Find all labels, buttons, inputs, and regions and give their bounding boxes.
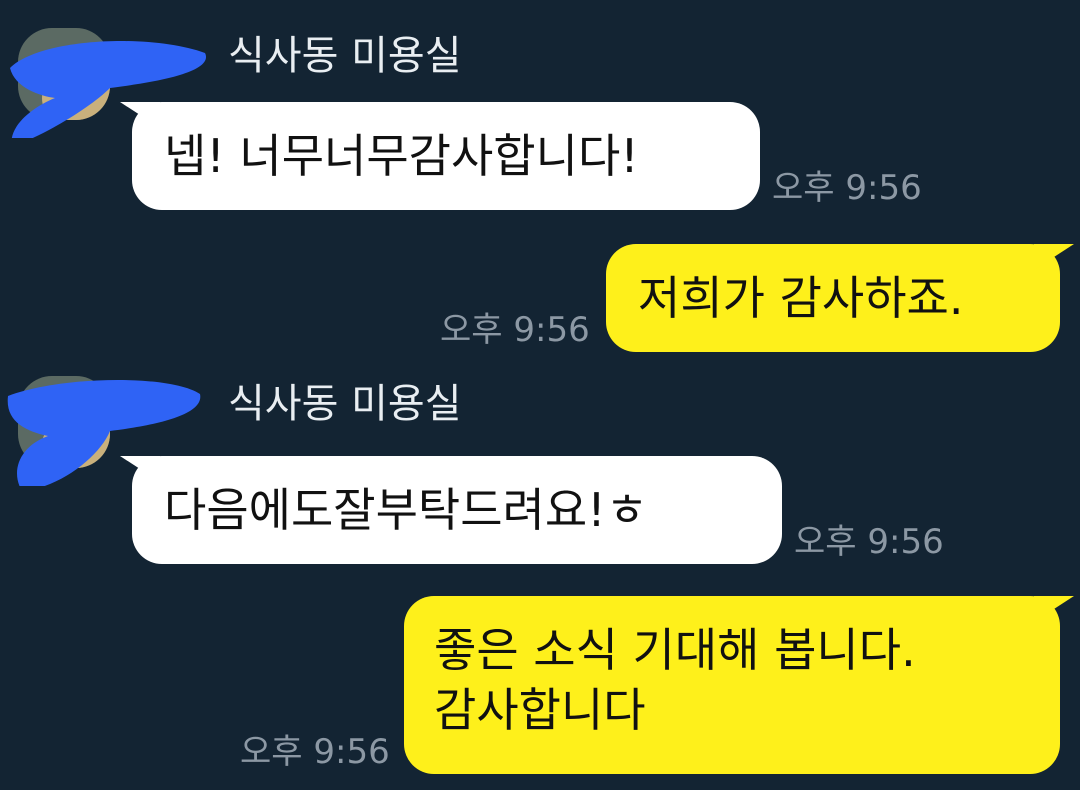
message-bubble-incoming[interactable]: 넵! 너무너무감사합니다! (120, 102, 760, 210)
chat-conversation: 식사동 미용실 넵! 너무너무감사합니다! 오후 9:56 오후 9:56 저희… (0, 0, 1080, 790)
message-text-line: 감사합니다 (434, 683, 646, 737)
message-text: 저희가 감사하죠. (638, 271, 964, 325)
message-time: 오후 9:56 (240, 732, 390, 772)
sender-name: 식사동 미용실 (228, 33, 462, 79)
message-time: 오후 9:56 (772, 168, 922, 208)
message-text-line: 좋은 소식 기대해 봅니다. (434, 623, 916, 677)
message-bubble-outgoing[interactable]: 저희가 감사하죠. (606, 244, 1074, 352)
sender-name: 식사동 미용실 (228, 381, 462, 427)
message-time: 오후 9:56 (794, 522, 944, 562)
message-text: 다음에도잘부탁드려요!ㅎ (164, 483, 648, 537)
message-time: 오후 9:56 (440, 310, 590, 350)
message-bubble-outgoing[interactable]: 좋은 소식 기대해 봅니다. 감사합니다 (404, 596, 1074, 774)
message-text: 넵! 너무너무감사합니다! (164, 129, 639, 183)
message-bubble-incoming[interactable]: 다음에도잘부탁드려요!ㅎ (120, 456, 782, 564)
